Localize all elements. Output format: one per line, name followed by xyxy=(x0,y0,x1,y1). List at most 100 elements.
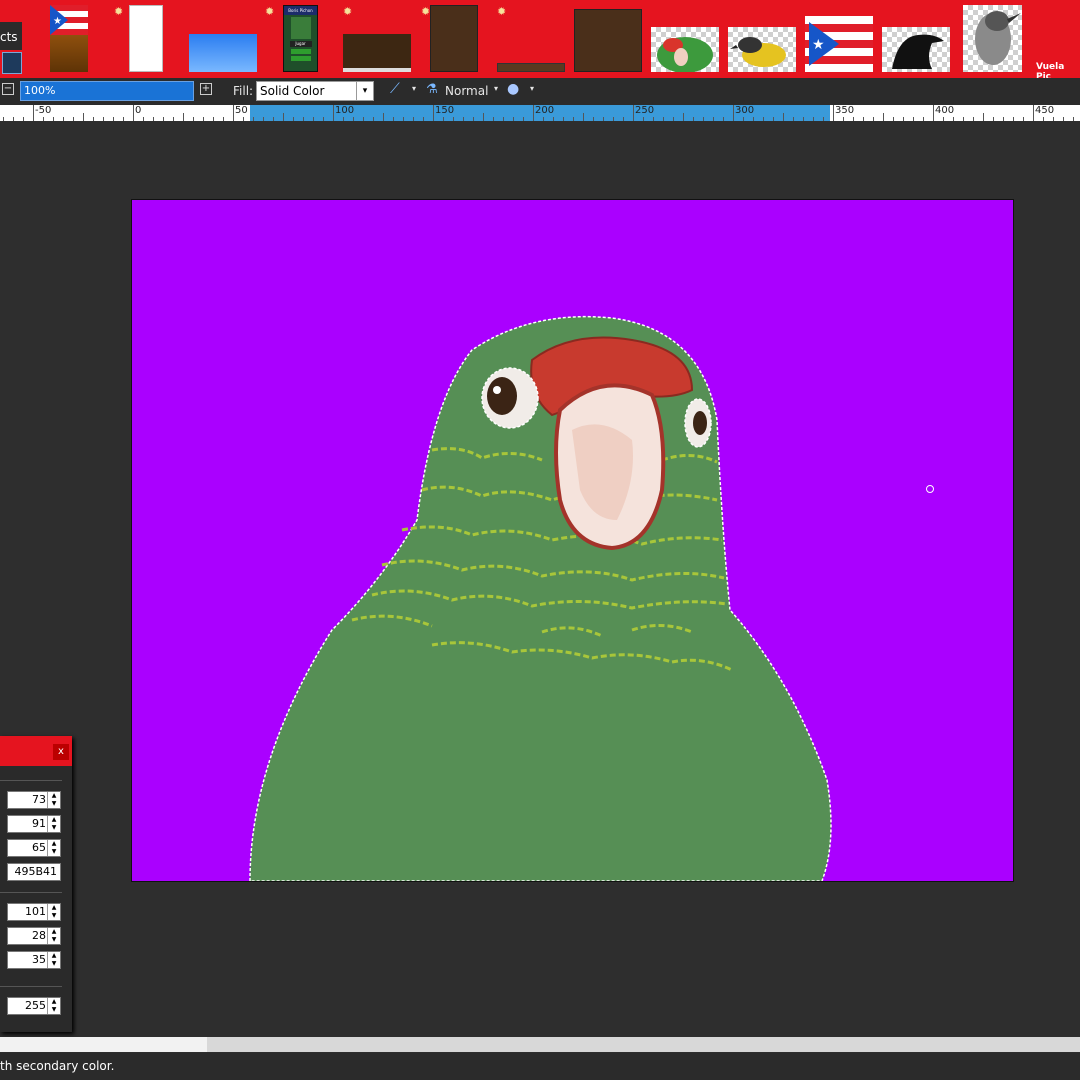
alpha-value-input[interactable]: 255 ▲ ▼ xyxy=(7,997,61,1015)
thumbnail-pr-flag[interactable]: ★ xyxy=(805,16,873,72)
ruler-tick xyxy=(553,117,554,121)
ruler-tick xyxy=(1063,117,1064,121)
ruler-tick xyxy=(343,117,344,121)
thumbnail-dark-pattern[interactable] xyxy=(343,34,411,72)
ruler-tick xyxy=(383,113,384,121)
ruler-tick xyxy=(683,113,684,121)
ruler-tick xyxy=(713,117,714,121)
ruler-tick xyxy=(83,113,84,121)
ruler-tick xyxy=(183,113,184,121)
ruler-tick xyxy=(623,117,624,121)
ruler-label: 400 xyxy=(935,105,955,116)
ruler-tick xyxy=(1013,117,1014,121)
image-tabs-strip: cts ✹ ✹ ✹ ✹ ✹ ★ Boris Pichon Jugar ★ Vue… xyxy=(0,0,1080,82)
ruler-tick xyxy=(563,117,564,121)
spinner-arrows-icon[interactable]: ▲ ▼ xyxy=(47,952,60,968)
ruler-tick xyxy=(163,117,164,121)
ruler-tick xyxy=(983,113,984,121)
status-text: th secondary color. xyxy=(0,1059,115,1073)
thumbnail-thin-bar[interactable] xyxy=(497,63,565,72)
thumbnail-button-label: Jugar xyxy=(289,41,312,47)
unsaved-star-icon: ✹ xyxy=(421,5,431,18)
thumbnail-gray-bird[interactable] xyxy=(963,5,1022,72)
graybird-icon xyxy=(975,11,1021,65)
thumbnail-blue[interactable] xyxy=(189,34,257,72)
ruler-tick xyxy=(653,117,654,121)
green-value: 91 xyxy=(32,817,46,830)
ruler-tick xyxy=(543,117,544,121)
parrot-artwork xyxy=(249,315,832,881)
horizontal-scrollbar[interactable] xyxy=(0,1037,1080,1052)
thumbnail-caption: Boris Pichon xyxy=(284,6,317,15)
ruler-tick xyxy=(1073,117,1074,121)
blue-value-input[interactable]: 65 ▲ ▼ xyxy=(7,839,61,857)
close-icon[interactable]: x xyxy=(53,744,69,760)
antialiasing-icon[interactable]: ⟋ xyxy=(390,81,400,97)
thumbnail-parrot[interactable] xyxy=(651,27,719,73)
spinner-arrows-icon[interactable]: ▲ ▼ xyxy=(47,792,60,808)
green-value-input[interactable]: 91 ▲ ▼ xyxy=(7,815,61,833)
ruler-tick xyxy=(913,117,914,121)
red-value-input[interactable]: 73 ▲ ▼ xyxy=(7,791,61,809)
ruler-tick xyxy=(923,117,924,121)
spinner-arrows-icon[interactable]: ▲ ▼ xyxy=(47,928,60,944)
zoom-in-button[interactable]: + xyxy=(200,83,212,95)
ruler-tick xyxy=(513,117,514,121)
zoom-input[interactable]: 100% xyxy=(20,81,194,101)
chevron-down-icon[interactable]: ▾ xyxy=(412,84,416,93)
zoom-out-button[interactable]: − xyxy=(2,83,14,95)
thumbnail-brown-tall[interactable] xyxy=(430,5,478,72)
ruler-tick xyxy=(433,105,434,121)
thumbnail-flag-brown[interactable]: ★ xyxy=(50,5,88,72)
thumbnail-game-poster[interactable]: Boris Pichon Jugar xyxy=(283,5,318,72)
thumbnail-brown-square[interactable] xyxy=(574,9,642,72)
spinner-arrows-icon[interactable]: ▲ ▼ xyxy=(47,840,60,856)
chevron-down-icon[interactable]: ▾ xyxy=(494,84,498,93)
ruler-tick xyxy=(243,117,244,121)
ruler-tick xyxy=(393,117,394,121)
ruler-tick xyxy=(413,117,414,121)
ruler-tick xyxy=(143,117,144,121)
fill-select[interactable]: Solid Color ▾ xyxy=(256,81,374,101)
ruler-tick xyxy=(823,117,824,121)
image-canvas[interactable] xyxy=(132,200,1013,881)
blend-mode-select[interactable]: Normal xyxy=(445,84,488,98)
ruler-tick xyxy=(853,117,854,121)
ruler-label: 200 xyxy=(535,105,555,116)
value-value-input[interactable]: 35 ▲ ▼ xyxy=(7,951,61,969)
thumbnail-black-bird[interactable] xyxy=(882,27,950,72)
svg-text:★: ★ xyxy=(53,16,62,27)
ruler-tick xyxy=(123,117,124,121)
chevron-down-icon[interactable]: ▾ xyxy=(530,84,534,93)
ruler-tick xyxy=(573,117,574,121)
ruler-tick xyxy=(173,117,174,121)
thumbnail-white[interactable] xyxy=(129,5,163,72)
ruler-tick xyxy=(423,117,424,121)
tab-label[interactable]: cts xyxy=(0,22,22,50)
tool-options-bar: − 100% + Fill: Solid Color ▾ ⟋ ▾ ⚗ Norma… xyxy=(0,78,1080,105)
spinner-arrows-icon[interactable]: ▲ ▼ xyxy=(47,816,60,832)
tab-menu-button[interactable] xyxy=(2,52,22,74)
spinner-arrows-icon[interactable]: ▲ ▼ xyxy=(47,904,60,920)
ruler-tick xyxy=(283,113,284,121)
red-value: 73 xyxy=(32,793,46,806)
blackbird-icon xyxy=(892,34,944,69)
ruler-tick xyxy=(733,105,734,121)
ruler-tick xyxy=(863,117,864,121)
ruler-tick xyxy=(813,117,814,121)
ruler-tick xyxy=(403,117,404,121)
thumbnail-yellow-bird[interactable] xyxy=(728,27,796,72)
ruler-tick xyxy=(483,113,484,121)
ruler-tick xyxy=(773,117,774,121)
ruler-tick xyxy=(213,117,214,121)
hex-value-input[interactable]: 495B41 xyxy=(7,863,61,881)
spinner-arrows-icon[interactable]: ▲ ▼ xyxy=(47,998,60,1014)
ruler-tick xyxy=(43,117,44,121)
scrollbar-thumb[interactable] xyxy=(0,1037,207,1052)
alpha-blending-icon[interactable]: ● xyxy=(507,81,519,97)
ruler-label: -50 xyxy=(35,105,52,116)
pr-flag-icon: ★ xyxy=(805,22,873,66)
ruler-tick xyxy=(523,117,524,121)
hue-value-input[interactable]: 101 ▲ ▼ xyxy=(7,903,61,921)
saturation-value-input[interactable]: 28 ▲ ▼ xyxy=(7,927,61,945)
